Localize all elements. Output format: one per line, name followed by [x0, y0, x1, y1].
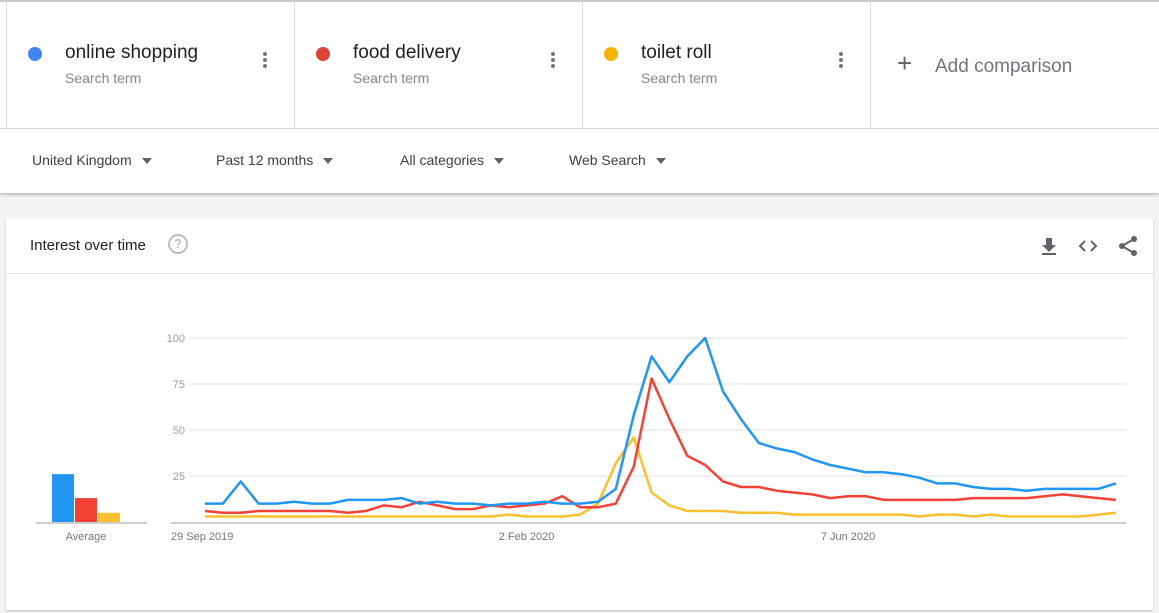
x-tick-label: 29 Sep 2019	[171, 531, 233, 543]
term-subtitle: Search term	[353, 70, 430, 86]
dropdown-arrow-icon	[323, 158, 334, 165]
y-tick-labels: 25 50 75 100	[167, 333, 185, 483]
x-tick-labels: 29 Sep 2019 2 Feb 2020 7 Jun 2020	[171, 531, 875, 543]
term-subtitle: Search term	[641, 70, 718, 86]
dropdown-arrow-icon	[655, 158, 666, 165]
y-tick-label: 100	[167, 333, 185, 345]
series-lines	[204, 336, 1117, 518]
search-type-value: Web Search	[569, 152, 646, 168]
category-dropdown[interactable]: All categories	[400, 152, 505, 168]
more-options-icon[interactable]	[259, 50, 271, 74]
series-line-online-shopping	[205, 336, 1117, 507]
time-range-dropdown[interactable]: Past 12 months	[216, 152, 334, 168]
dropdown-arrow-icon	[494, 158, 505, 165]
term-card-toilet-roll[interactable]: toilet roll Search term	[582, 2, 870, 128]
time-range-value: Past 12 months	[216, 152, 314, 168]
series-color-dot	[604, 47, 618, 61]
term-card-online-shopping[interactable]: online shopping Search term	[6, 2, 294, 128]
y-tick-label: 25	[173, 471, 185, 483]
dropdown-arrow-icon	[141, 158, 152, 165]
average-bar-online-shopping	[52, 474, 74, 522]
term-subtitle: Search term	[65, 70, 142, 86]
region-value: United Kingdom	[32, 152, 132, 168]
series-color-dot	[316, 47, 330, 61]
interest-over-time-card: Interest over time ? Average 25 50 75 100 2…	[6, 218, 1153, 610]
x-tick-label: 7 Jun 2020	[821, 531, 875, 543]
y-tick-label: 75	[173, 379, 185, 391]
series-line-food-delivery	[204, 377, 1117, 515]
add-comparison-label: Add comparison	[935, 56, 1073, 77]
x-tick-label: 2 Feb 2020	[499, 531, 555, 543]
average-bar-food-delivery	[75, 498, 97, 522]
more-options-icon[interactable]	[547, 50, 559, 74]
term-card-food-delivery[interactable]: food delivery Search term	[294, 2, 582, 128]
filter-bar: United Kingdom Past 12 months All catego…	[0, 129, 1159, 193]
average-bar-toilet-roll	[98, 512, 120, 522]
add-comparison-button[interactable]: + Add comparison	[870, 2, 1159, 128]
plus-icon: +	[897, 48, 913, 78]
term-name[interactable]: online shopping	[65, 42, 198, 64]
term-name[interactable]: toilet roll	[641, 42, 712, 64]
series-line-toilet-roll	[205, 436, 1117, 518]
region-dropdown[interactable]: United Kingdom	[32, 152, 152, 168]
series-color-dot	[28, 47, 42, 61]
gridlines	[189, 337, 1126, 477]
comparison-bar: online shopping Search term food deliver…	[0, 2, 1159, 129]
term-name[interactable]: food delivery	[353, 42, 461, 64]
average-label: Average	[66, 531, 107, 543]
y-tick-label: 50	[173, 425, 185, 437]
average-bar-chart: Average	[36, 474, 147, 543]
category-value: All categories	[400, 152, 485, 168]
more-options-icon[interactable]	[835, 50, 847, 74]
interest-over-time-chart: Average 25 50 75 100 29 Sep 2019 2 Feb 2020 7…	[36, 333, 1126, 543]
search-type-dropdown[interactable]: Web Search	[569, 152, 666, 168]
